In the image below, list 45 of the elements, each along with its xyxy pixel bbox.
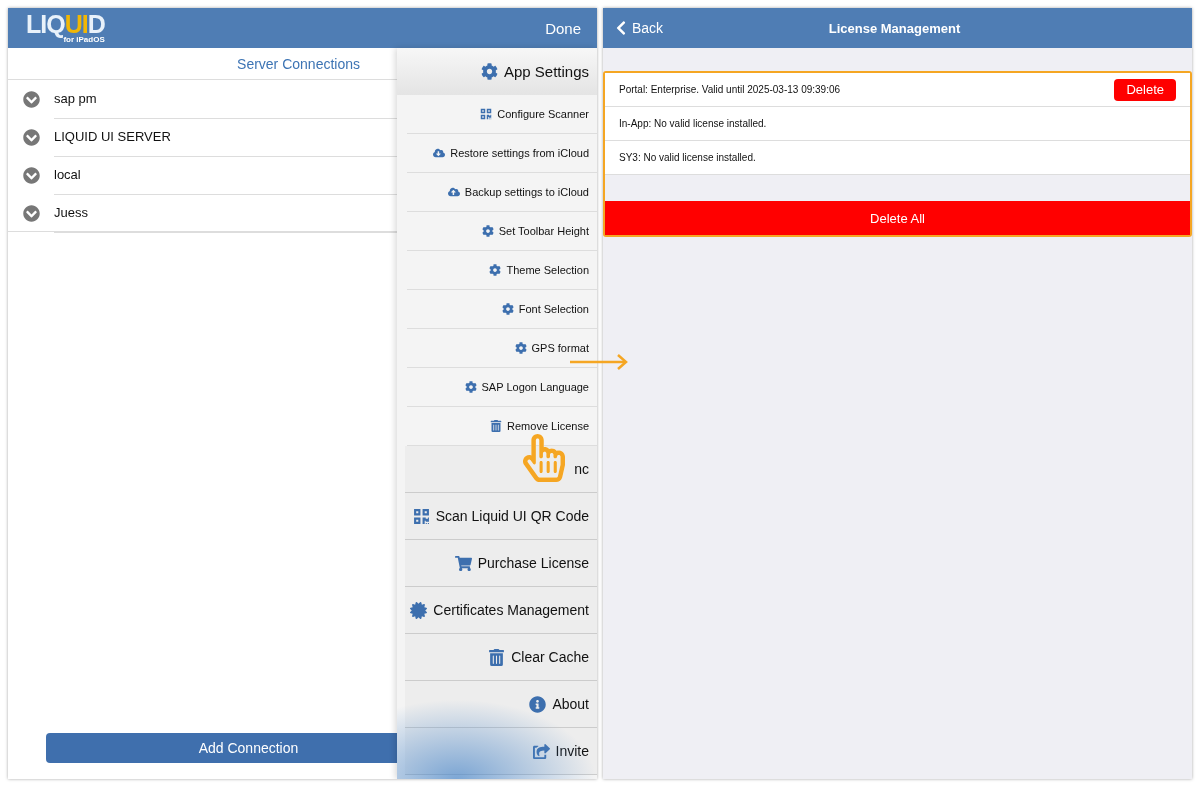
back-button[interactable]: Back [613, 20, 829, 36]
menu-item[interactable]: Theme Selection [407, 251, 597, 290]
license-text: Portal: Enterprise. Valid until 2025-03-13 09:39:06 [619, 84, 841, 95]
menu-item[interactable]: Font Selection [407, 290, 597, 329]
trash-icon [488, 648, 506, 666]
license-text: SY3: No valid license installed. [619, 152, 756, 163]
settings-icon [480, 63, 498, 80]
license-text: In-App: No valid license installed. [619, 118, 767, 129]
menu-item[interactable]: Certificates Management [405, 587, 597, 634]
menu-item[interactable]: Configure Scanner [407, 95, 597, 134]
screen-title: License Management [828, 20, 961, 36]
menu-item[interactable]: Set Toolbar Height [407, 212, 597, 251]
done-button[interactable]: Done [545, 19, 581, 37]
app-logo: LIQUID for iPadOS [26, 12, 105, 44]
menu-item[interactable]: Purchase License [405, 540, 597, 587]
qr-code-icon [480, 108, 493, 120]
menu-item[interactable]: nc [405, 446, 597, 493]
settings-icon [514, 342, 527, 354]
menu-item[interactable]: Clear Cache [405, 634, 597, 681]
cart-icon [454, 554, 472, 572]
hand-pointer-icon [520, 434, 568, 482]
settings-icon [489, 264, 502, 276]
menu-item[interactable]: About [405, 681, 597, 728]
menu-item[interactable]: Backup settings to iCloud [407, 173, 597, 212]
menu-item[interactable]: GPS format [407, 329, 597, 368]
delete-all-button[interactable]: Delete All [605, 201, 1190, 235]
settings-icon [501, 303, 514, 315]
certificate-icon [410, 601, 428, 619]
info-icon [529, 695, 547, 713]
delete-button[interactable]: Delete [1114, 78, 1176, 101]
menu-item[interactable]: Scan Liquid UI QR Code [405, 493, 597, 540]
settings-icon [464, 381, 477, 393]
cloud-upload-icon [447, 186, 460, 198]
add-connection-button[interactable]: Add Connection [46, 733, 397, 763]
menu-item[interactable]: SAP Logon Language [407, 368, 597, 407]
trash-icon [490, 420, 503, 432]
menu-item[interactable]: Restore settings from iCloud [407, 134, 597, 173]
section-title: Server Connections [8, 48, 397, 80]
qr-code-icon [412, 507, 430, 525]
cloud-download-icon [433, 147, 446, 159]
arrow-drawing [570, 354, 628, 370]
menu-title: App Settings [503, 63, 589, 80]
settings-icon [481, 225, 494, 237]
menu-item[interactable]: Invite [405, 728, 597, 775]
share-icon [532, 742, 550, 760]
